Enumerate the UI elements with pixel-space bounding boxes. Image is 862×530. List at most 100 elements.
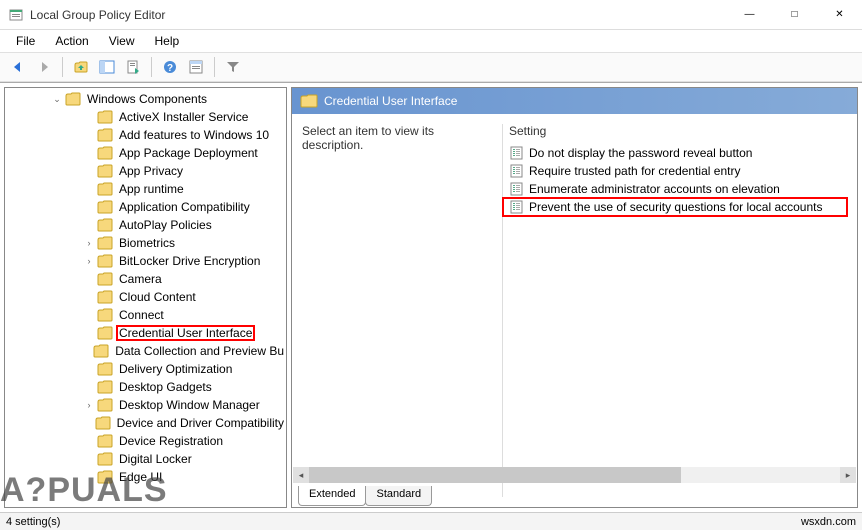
chevron-down-icon[interactable]: ⌄ [51, 93, 63, 105]
app-icon [8, 7, 24, 23]
details-header-title: Credential User Interface [324, 94, 457, 108]
setting-item[interactable]: Require trusted path for credential entr… [503, 162, 847, 180]
folder-icon [97, 146, 113, 160]
folder-icon [95, 416, 111, 430]
forward-button[interactable] [32, 55, 56, 79]
folder-icon [97, 236, 113, 250]
menubar: File Action View Help [0, 30, 862, 52]
tree-item[interactable]: ›Cloud Content [11, 288, 286, 306]
tree-item[interactable]: ›Delivery Optimization [11, 360, 286, 378]
tree-item-label: Add features to Windows 10 [117, 128, 271, 142]
setting-label: Enumerate administrator accounts on elev… [529, 182, 780, 196]
menu-action[interactable]: Action [45, 32, 98, 50]
tree-panel: ⌄ Windows Components ›ActiveX Installer … [4, 87, 287, 508]
setting-item[interactable]: Enumerate administrator accounts on elev… [503, 180, 847, 198]
window-controls: — □ ✕ [727, 0, 862, 29]
folder-icon [97, 182, 113, 196]
policy-icon [509, 182, 525, 196]
show-hide-tree-button[interactable] [95, 55, 119, 79]
setting-item[interactable]: Prevent the use of security questions fo… [503, 198, 847, 216]
tree-item[interactable]: ›Add features to Windows 10 [11, 126, 286, 144]
folder-icon [97, 272, 113, 286]
tree-item-label: BitLocker Drive Encryption [117, 254, 262, 268]
folder-icon [97, 128, 113, 142]
tree-item-label: Data Collection and Preview Bu [113, 344, 286, 358]
tree-item-label: Digital Locker [117, 452, 194, 466]
tree-label: Windows Components [85, 92, 209, 106]
tree-item-label: Desktop Window Manager [117, 398, 262, 412]
menu-file[interactable]: File [6, 32, 45, 50]
toolbar-separator [62, 57, 63, 77]
help-button[interactable]: ? [158, 55, 182, 79]
tree-root-windows-components[interactable]: ⌄ Windows Components [11, 90, 286, 108]
scroll-thumb[interactable] [309, 467, 681, 483]
folder-icon [97, 362, 113, 376]
tree-item-label: Credential User Interface [117, 326, 254, 340]
menu-help[interactable]: Help [145, 32, 190, 50]
export-list-button[interactable] [121, 55, 145, 79]
tree-item[interactable]: ›Digital Locker [11, 450, 286, 468]
toolbar-separator [151, 57, 152, 77]
column-header-setting[interactable]: Setting [503, 124, 847, 144]
tab-extended[interactable]: Extended [298, 486, 366, 506]
tree-item-label: App runtime [117, 182, 186, 196]
scroll-right-arrow[interactable]: ▸ [840, 467, 856, 483]
maximize-button[interactable]: □ [772, 0, 817, 29]
properties-button[interactable] [184, 55, 208, 79]
close-button[interactable]: ✕ [817, 0, 862, 29]
tree-item[interactable]: ›AutoPlay Policies [11, 216, 286, 234]
minimize-button[interactable]: — [727, 0, 772, 29]
tree-item[interactable]: ›Camera [11, 270, 286, 288]
view-tabs: Extended Standard [298, 486, 431, 506]
tab-standard[interactable]: Standard [365, 486, 432, 506]
titlebar: Local Group Policy Editor — □ ✕ [0, 0, 862, 30]
chevron-right-icon[interactable]: › [83, 237, 95, 249]
tree-item[interactable]: ›Device Registration [11, 432, 286, 450]
scroll-track[interactable] [309, 467, 840, 483]
tree-item[interactable]: ›Data Collection and Preview Bu [11, 342, 286, 360]
tree-scroll[interactable]: ⌄ Windows Components ›ActiveX Installer … [5, 88, 286, 507]
filter-button[interactable] [221, 55, 245, 79]
tree-item-label: Device Registration [117, 434, 225, 448]
policy-icon [509, 164, 525, 178]
tree-item[interactable]: ›Biometrics [11, 234, 286, 252]
folder-icon [97, 434, 113, 448]
tree-item[interactable]: ›Credential User Interface [11, 324, 286, 342]
tree-item-label: Connect [117, 308, 166, 322]
tree-item[interactable]: › Desktop Window Manager [11, 396, 286, 414]
details-header: Credential User Interface [292, 88, 857, 114]
folder-icon [97, 326, 113, 340]
tree-item-label: App Package Deployment [117, 146, 260, 160]
chevron-right-icon[interactable]: › [83, 399, 95, 411]
folder-icon [97, 398, 113, 412]
folder-icon [97, 164, 113, 178]
tree-item-label: Application Compatibility [117, 200, 252, 214]
tree-item[interactable]: ›Edge UI [11, 468, 286, 486]
tree-item[interactable]: ›Application Compatibility [11, 198, 286, 216]
policy-icon [509, 146, 525, 160]
svg-text:?: ? [167, 63, 173, 74]
horizontal-scrollbar[interactable]: ◂ ▸ [293, 467, 856, 483]
tree-item[interactable]: ›App Package Deployment [11, 144, 286, 162]
menu-view[interactable]: View [99, 32, 145, 50]
tree-item[interactable]: ›Device and Driver Compatibility [11, 414, 286, 432]
chevron-right-icon[interactable]: › [83, 255, 95, 267]
tree-item-label: Desktop Gadgets [117, 380, 214, 394]
tree-item[interactable]: ›ActiveX Installer Service [11, 108, 286, 126]
scroll-left-arrow[interactable]: ◂ [293, 467, 309, 483]
up-button[interactable] [69, 55, 93, 79]
tree-item[interactable]: ›Desktop Gadgets [11, 378, 286, 396]
tree-item-label: Camera [117, 272, 164, 286]
setting-item[interactable]: Do not display the password reveal butto… [503, 144, 847, 162]
watermark-text: wsxdn.com [801, 516, 856, 528]
back-button[interactable] [6, 55, 30, 79]
policy-icon [509, 200, 525, 214]
tree-item[interactable]: ›Connect [11, 306, 286, 324]
tree-item[interactable]: ›App Privacy [11, 162, 286, 180]
tree-item-label: Delivery Optimization [117, 362, 234, 376]
tree-item[interactable]: › BitLocker Drive Encryption [11, 252, 286, 270]
settings-list: Setting Do not display the password reve… [502, 124, 847, 497]
folder-icon [97, 308, 113, 322]
folder-icon [97, 470, 113, 484]
tree-item[interactable]: ›App runtime [11, 180, 286, 198]
